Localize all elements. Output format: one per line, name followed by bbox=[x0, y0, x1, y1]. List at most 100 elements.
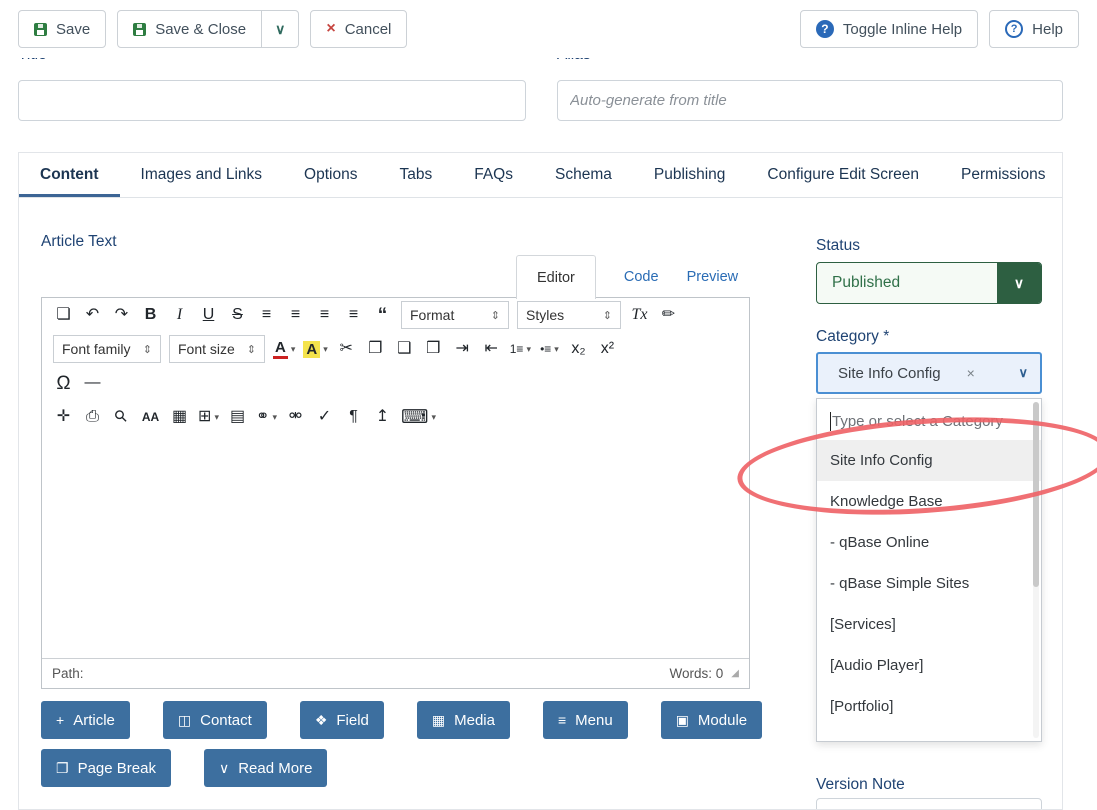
insert-media-button[interactable]: ▦Media bbox=[417, 701, 510, 739]
template-button[interactable]: ▤ bbox=[223, 403, 252, 431]
align-center-button[interactable]: ≡ bbox=[281, 301, 310, 329]
insert-link-button[interactable]: ⚭▾ bbox=[252, 403, 281, 431]
underline-icon: U bbox=[203, 307, 215, 323]
dropdown-scrollbar-thumb[interactable] bbox=[1033, 402, 1039, 587]
numbered-list-button[interactable]: 1≡▾ bbox=[506, 335, 535, 363]
tab-options[interactable]: Options bbox=[283, 153, 378, 197]
editor-content-area[interactable] bbox=[42, 434, 749, 658]
category-option-portfolio[interactable]: [Portfolio] bbox=[817, 686, 1041, 727]
align-justify-button[interactable]: ≡ bbox=[339, 301, 368, 329]
underline-button[interactable]: U bbox=[194, 301, 223, 329]
highlight-color-button[interactable]: A▾ bbox=[299, 335, 331, 363]
resize-grip-icon[interactable]: ◢ bbox=[731, 668, 739, 679]
copy-button[interactable]: ❐ bbox=[361, 335, 390, 363]
insert-field-button[interactable]: ❖Field bbox=[300, 701, 384, 739]
insert-contact-button[interactable]: ◫Contact bbox=[163, 701, 267, 739]
spellcheck-button[interactable]: ✓ bbox=[310, 403, 339, 431]
save-and-close-button[interactable]: Save & Close bbox=[117, 10, 262, 48]
align-justify-icon: ≡ bbox=[349, 307, 358, 323]
redo-button[interactable]: ↷ bbox=[107, 301, 136, 329]
strikethrough-button[interactable]: S bbox=[223, 301, 252, 329]
remove-selection-icon[interactable]: × bbox=[967, 365, 975, 381]
italic-button[interactable]: I bbox=[165, 301, 194, 329]
status-select[interactable]: Published ∨ bbox=[816, 262, 1042, 304]
paste-as-text-button[interactable]: ❒ bbox=[419, 335, 448, 363]
top-toolbar: Save Save & Close ∨ × Cancel ? Toggle In… bbox=[0, 0, 1097, 58]
page-break-button[interactable]: ❐Page Break bbox=[41, 749, 171, 787]
subscript-button[interactable]: x₂ bbox=[564, 335, 593, 363]
tab-content[interactable]: Content bbox=[19, 153, 120, 197]
tab-publishing[interactable]: Publishing bbox=[633, 153, 747, 197]
insert-article-button[interactable]: +Article bbox=[41, 701, 130, 739]
bold-button[interactable]: B bbox=[136, 301, 165, 329]
category-option-qbase-simple-sites[interactable]: - qBase Simple Sites bbox=[817, 563, 1041, 604]
horizontal-rule-button[interactable]: — bbox=[78, 369, 107, 397]
paragraph-marks-button[interactable]: ¶ bbox=[339, 403, 368, 431]
toggle-keyboard-button[interactable]: ⌨▾ bbox=[397, 403, 440, 431]
indent-icon: ⇥ bbox=[456, 341, 469, 357]
preview-view-link[interactable]: Preview bbox=[687, 255, 739, 298]
tab-tabs[interactable]: Tabs bbox=[378, 153, 453, 197]
table-button[interactable]: ⊞▾ bbox=[194, 403, 223, 431]
save-label: Save bbox=[56, 21, 90, 38]
toggle-inline-help-button[interactable]: ? Toggle Inline Help bbox=[800, 10, 978, 48]
tab-schema[interactable]: Schema bbox=[534, 153, 633, 197]
fullscreen-button[interactable]: ✛ bbox=[49, 403, 78, 431]
category-search-input[interactable] bbox=[832, 413, 1012, 430]
insert-menu-button[interactable]: ≡Menu bbox=[543, 701, 628, 739]
paste-button[interactable]: ❑ bbox=[390, 335, 419, 363]
category-option-audio-player[interactable]: [Audio Player] bbox=[817, 645, 1041, 686]
font-size-select[interactable]: Font size ⇕ bbox=[169, 335, 265, 363]
category-option-site-info-config[interactable]: Site Info Config bbox=[817, 440, 1041, 481]
editor-view-tab[interactable]: Editor bbox=[516, 255, 596, 299]
upload-button[interactable]: ↥ bbox=[368, 403, 397, 431]
print-button[interactable]: ⎙ bbox=[78, 403, 107, 431]
cut-button[interactable]: ✂ bbox=[332, 335, 361, 363]
align-left-button[interactable]: ≡ bbox=[252, 301, 281, 329]
field-puzzle-icon: ❖ bbox=[315, 713, 328, 727]
category-select[interactable]: Site Info Config × ∨ bbox=[816, 352, 1042, 394]
insert-module-button[interactable]: ▣Module bbox=[661, 701, 762, 739]
alias-input[interactable] bbox=[557, 80, 1063, 121]
blockquote-button[interactable]: “ bbox=[368, 301, 397, 329]
category-option-qbase-online[interactable]: - qBase Online bbox=[817, 522, 1041, 563]
category-search-row bbox=[817, 402, 1041, 440]
bullet-list-button[interactable]: •≡▾ bbox=[535, 335, 564, 363]
title-input[interactable] bbox=[18, 80, 526, 121]
unlink-button[interactable]: ⚮ bbox=[281, 403, 310, 431]
new-document-button[interactable]: ❏ bbox=[49, 301, 78, 329]
search-button[interactable]: ⚲ bbox=[107, 403, 136, 431]
tab-images-and-links[interactable]: Images and Links bbox=[120, 153, 284, 197]
code-view-link[interactable]: Code bbox=[624, 255, 659, 298]
clear-formatting-button[interactable]: Tx bbox=[625, 301, 654, 329]
save-button[interactable]: Save bbox=[18, 10, 106, 48]
align-right-button[interactable]: ≡ bbox=[310, 301, 339, 329]
print-icon: ⎙ bbox=[86, 409, 99, 425]
category-option-knowledge-base[interactable]: Knowledge Base bbox=[817, 481, 1041, 522]
text-color-button[interactable]: A▾ bbox=[269, 335, 299, 363]
outdent-button[interactable]: ⇤ bbox=[477, 335, 506, 363]
help-button[interactable]: ? Help bbox=[989, 10, 1079, 48]
chevron-down-icon[interactable]: ∨ bbox=[1018, 365, 1028, 381]
superscript-button[interactable]: x² bbox=[593, 335, 622, 363]
tab-configure-edit-screen[interactable]: Configure Edit Screen bbox=[746, 153, 940, 197]
tab-faqs[interactable]: FAQs bbox=[453, 153, 534, 197]
format-brush-button[interactable]: ✏ bbox=[654, 301, 683, 329]
save-options-dropdown-button[interactable]: ∨ bbox=[261, 10, 299, 48]
insert-image-button[interactable]: ▦ bbox=[165, 403, 194, 431]
version-note-input[interactable] bbox=[816, 798, 1042, 810]
updown-arrows-icon: ⇕ bbox=[491, 309, 500, 322]
cancel-button[interactable]: × Cancel bbox=[310, 10, 407, 48]
special-character-button[interactable]: Ω bbox=[49, 369, 78, 397]
font-family-select[interactable]: Font family ⇕ bbox=[53, 335, 161, 363]
category-option-services[interactable]: [Services] bbox=[817, 604, 1041, 645]
indent-button[interactable]: ⇥ bbox=[448, 335, 477, 363]
undo-button[interactable]: ↶ bbox=[78, 301, 107, 329]
tab-permissions[interactable]: Permissions bbox=[940, 153, 1063, 197]
rich-text-editor: ❏ ↶ ↷ B I U S ≡ ≡ ≡ ≡ “ Format ⇕ Styles … bbox=[41, 297, 750, 689]
read-more-button[interactable]: ∨Read More bbox=[204, 749, 327, 787]
case-change-button[interactable]: AA bbox=[136, 403, 165, 431]
styles-select[interactable]: Styles ⇕ bbox=[517, 301, 621, 329]
dropdown-scrollbar-track[interactable] bbox=[1033, 402, 1039, 738]
format-select[interactable]: Format ⇕ bbox=[401, 301, 509, 329]
